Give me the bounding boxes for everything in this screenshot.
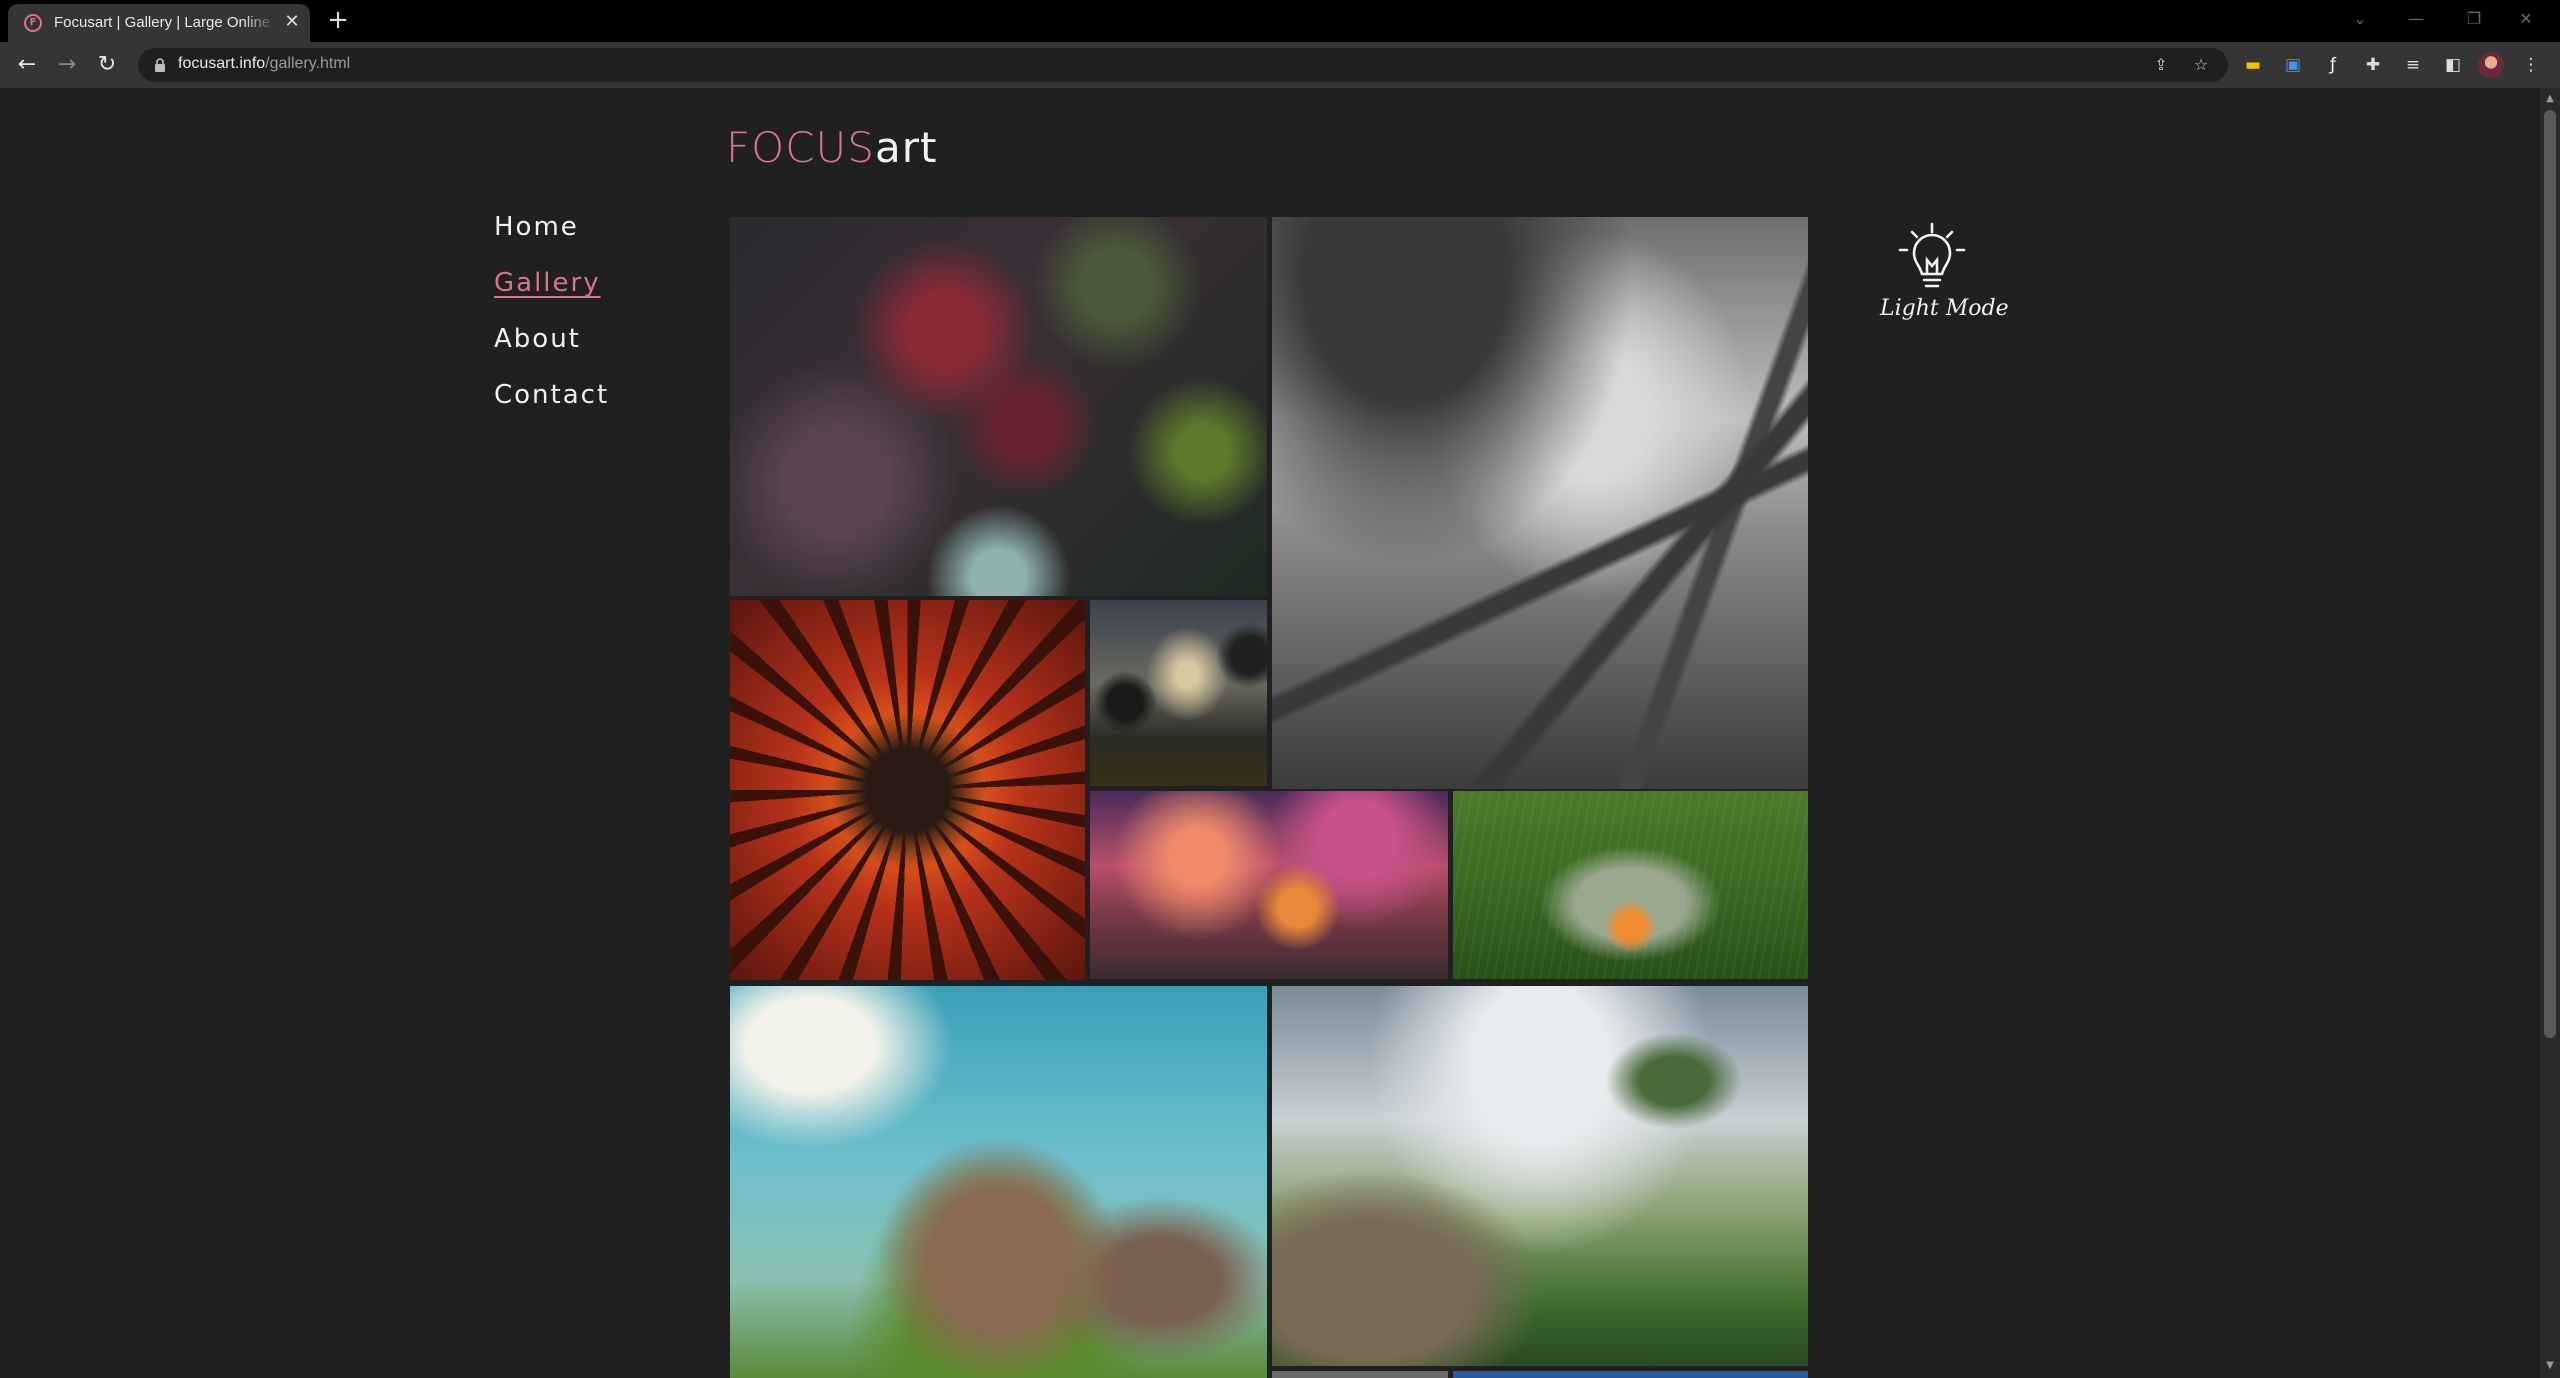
extension-wallet-icon[interactable]: ▬ [2238, 50, 2268, 80]
lightbulb-icon [1898, 222, 1966, 288]
gallery-image-red-tendril-face[interactable] [730, 600, 1085, 980]
logo-art-text: art [874, 123, 938, 172]
bookmark-star-icon[interactable]: ☆ [2190, 54, 2212, 76]
gallery-image-partial-gray[interactable] [1272, 1371, 1448, 1378]
light-mode-toggle[interactable]: Light Mode [1872, 222, 2009, 332]
url-path: /gallery.html [265, 55, 351, 72]
profile-avatar[interactable] [2478, 52, 2504, 78]
gallery-image-biomech-creatures[interactable] [730, 217, 1267, 596]
close-window-icon[interactable]: ✕ [2506, 4, 2546, 34]
gallery-image-partial-blue[interactable] [1453, 1371, 1808, 1378]
minimize-window-icon[interactable]: — [2396, 4, 2436, 34]
nav-contact[interactable]: Contact [494, 380, 609, 436]
main-nav: Home Gallery About Contact [494, 212, 609, 436]
forward-arrow-icon[interactable]: → [52, 50, 82, 80]
scrollbar-thumb[interactable] [2544, 110, 2556, 1038]
favicon-icon: F [24, 14, 42, 32]
logo-focus-text: FOCUS [726, 123, 875, 172]
page-scrollbar[interactable]: ▲ ▼ [2540, 88, 2560, 1378]
new-tab-button[interactable]: + [326, 6, 350, 34]
extension-font-icon[interactable]: ƒ [2318, 50, 2348, 80]
tab-title: Focusart | Gallery | Large Online Galler… [54, 14, 276, 31]
gallery-image-dusk-fireflies[interactable] [1090, 600, 1267, 786]
page: FOCUSart Home Gallery About Contact Ligh… [0, 88, 2540, 1378]
back-arrow-icon[interactable]: ← [12, 50, 42, 80]
nav-gallery[interactable]: Gallery [494, 268, 609, 324]
reload-icon[interactable]: ↻ [92, 50, 122, 80]
extension-translate-icon[interactable]: ▣ [2278, 50, 2308, 80]
browser-tab-strip: F Focusart | Gallery | Large Online Gall… [0, 0, 2560, 42]
side-panel-icon[interactable]: ◧ [2438, 50, 2468, 80]
restore-window-icon[interactable]: ❐ [2454, 4, 2494, 34]
light-mode-label: Light Mode [1880, 296, 2009, 321]
gallery-image-misty-valley-waterfall[interactable] [1272, 986, 1808, 1366]
browser-tab-focusart[interactable]: F Focusart | Gallery | Large Online Gall… [8, 4, 310, 42]
extensions-puzzle-icon[interactable]: ✚ [2358, 50, 2388, 80]
close-tab-icon[interactable]: ✕ [282, 12, 302, 32]
lock-icon [155, 58, 165, 72]
reading-list-icon[interactable]: ≡ [2398, 50, 2428, 80]
nav-home[interactable]: Home [494, 212, 609, 268]
browser-menu-icon[interactable]: ⋮ [2516, 50, 2546, 80]
nav-about[interactable]: About [494, 324, 609, 380]
gallery-image-sunset-cottage[interactable] [1090, 791, 1448, 979]
url-text: focusart.info/gallery.html [178, 55, 350, 73]
gallery-image-gray-thorn-landscape[interactable] [1272, 217, 1808, 789]
scroll-up-arrow-icon[interactable]: ▲ [2542, 91, 2558, 107]
url-host: focusart.info [178, 55, 266, 72]
address-bar[interactable]: focusart.info/gallery.html ⇪ ☆ [138, 48, 2228, 82]
share-icon[interactable]: ⇪ [2150, 54, 2172, 76]
gallery-image-fantasy-house-towers[interactable] [730, 986, 1267, 1378]
site-logo[interactable]: FOCUSart [726, 123, 937, 172]
browser-toolbar: ← → ↻ focusart.info/gallery.html ⇪ ☆ ▬ ▣… [0, 42, 2560, 88]
scroll-down-arrow-icon[interactable]: ▼ [2542, 1358, 2558, 1374]
tab-search-icon[interactable]: ⌄ [2340, 4, 2380, 34]
gallery-image-rainy-campfire-cats[interactable] [1453, 791, 1808, 979]
